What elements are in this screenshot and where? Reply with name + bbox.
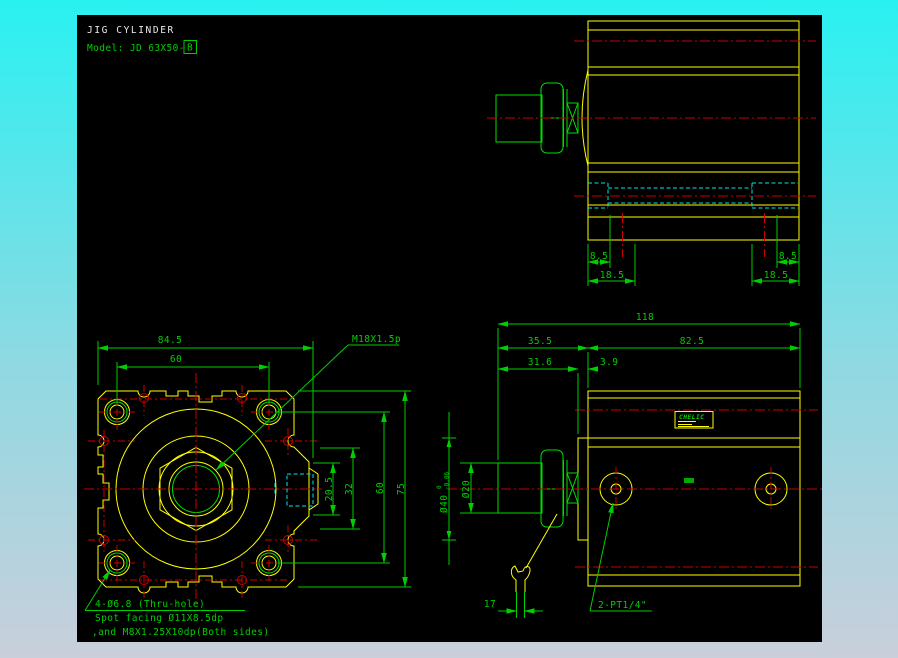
dim-body-length: 82.5	[680, 336, 704, 347]
dim-rod-exposed: 31.6	[528, 357, 552, 368]
thread-label: M18X1.5p	[352, 334, 401, 345]
port-label: 2-PT1/4"	[598, 600, 647, 611]
model-label: Model: JD 63X50-	[87, 43, 185, 54]
dim-bolt-spacing-h: 60	[170, 354, 182, 365]
dim-rod-side: 35.5	[528, 336, 552, 347]
dim-plate: 3.9	[600, 357, 618, 368]
note-thru-hole: 4-Ø6.8 (Thru-hole)	[95, 599, 205, 610]
tiny-engraving-mark	[684, 478, 694, 483]
dim-top-left-18-5: 18.5	[600, 270, 624, 281]
dim-total-length: 118	[636, 312, 654, 323]
dim-width-outer: 84.5	[158, 335, 182, 346]
drawing-title: JIG CYLINDER	[87, 25, 175, 36]
note-spot-facing: Spot facing Ø11X8.5dp	[95, 613, 224, 624]
bore-tol-upper: 0	[436, 485, 443, 489]
dim-height: 75	[396, 483, 407, 495]
cad-viewer: JIG CYLINDER Model: JD 63X50- B	[0, 0, 898, 658]
bore-tol-lower: -0.06	[444, 472, 451, 490]
dim-slot: 20.5	[324, 477, 335, 501]
cad-drawing-jig-cylinder: JIG CYLINDER Model: JD 63X50- B	[0, 0, 898, 658]
dim-rail: 32	[344, 483, 355, 495]
dim-top-right-18-5: 18.5	[764, 270, 788, 281]
note-thread-both-sides: ,and M8X1.25X10dp(Both sides)	[92, 627, 269, 638]
bore-label: Ø40	[439, 495, 450, 513]
model-option: B	[187, 43, 193, 54]
brand-name: CHELIC	[679, 413, 704, 421]
dim-top-right-8-5: 8.5	[779, 251, 797, 262]
dim-top-left-8-5: 8.5	[590, 251, 608, 262]
dim-wrench-flats: 17	[484, 599, 496, 610]
rod-dia-label: Ø20	[461, 480, 472, 498]
dim-bolt-spacing-v: 60	[375, 482, 386, 494]
